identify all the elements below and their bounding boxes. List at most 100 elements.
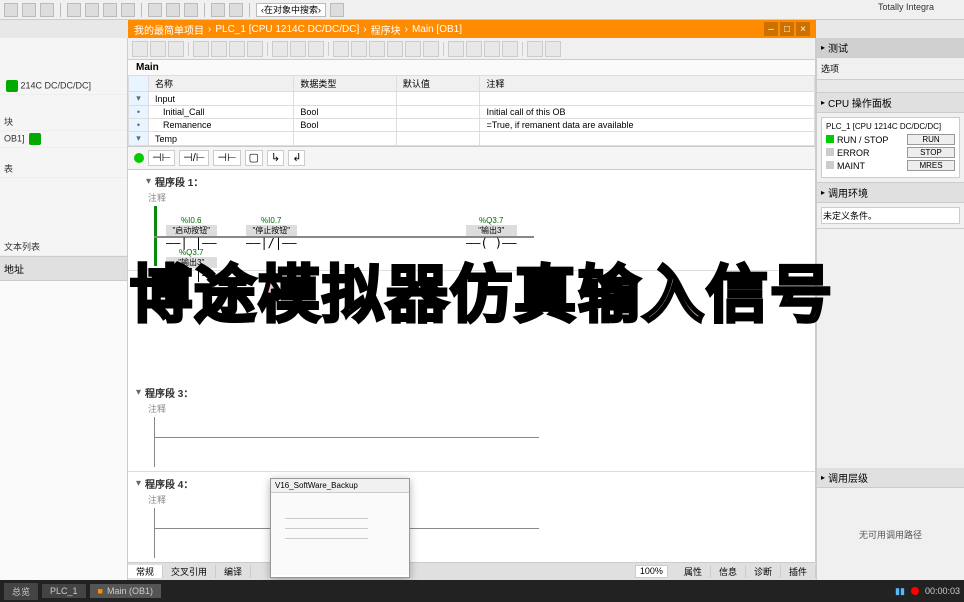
toolbar-btn[interactable] <box>211 3 225 17</box>
branch-open-btn[interactable]: ↳ <box>267 150 284 166</box>
editor-toolbar <box>128 38 815 60</box>
stop-button[interactable]: STOP <box>907 147 955 158</box>
tab-compile[interactable]: 编译 <box>216 565 251 578</box>
breadcrumb-project[interactable]: 我的最简单项目 <box>134 22 204 37</box>
editor-btn[interactable] <box>290 41 306 57</box>
ladder-rung[interactable]: %I0.6 "启动按钮" ––| |–– %I0.7 "停止按钮" ––|/|–… <box>136 206 807 266</box>
editor-btn[interactable] <box>333 41 349 57</box>
cpu-panel-header[interactable]: CPU 操作面板 <box>817 93 964 113</box>
editor-btn[interactable] <box>387 41 403 57</box>
editor-btn[interactable] <box>369 41 385 57</box>
table-row[interactable]: ▾Temp <box>129 132 815 146</box>
call-env-header[interactable]: 调用环境 <box>817 183 964 203</box>
editor-btn[interactable] <box>405 41 421 57</box>
toolbar-btn[interactable] <box>67 3 81 17</box>
col-default[interactable]: 默认值 <box>396 76 480 92</box>
col-datatype[interactable]: 数据类型 <box>294 76 396 92</box>
tab-info[interactable]: 信息 <box>711 565 746 578</box>
call-hier-header[interactable]: 调用层级 <box>817 468 964 488</box>
tab-properties[interactable]: 属性 <box>676 565 711 578</box>
tab-plugins[interactable]: 插件 <box>781 565 816 578</box>
zoom-level[interactable]: 100% <box>635 565 668 578</box>
editor-btn[interactable] <box>527 41 543 57</box>
test-header[interactable]: 测试 <box>817 38 964 58</box>
coil-btn[interactable]: ⊣⊢ <box>213 150 240 166</box>
table-row[interactable]: •Initial_CallBoolInitial call of this OB <box>129 106 815 119</box>
col-comment[interactable]: 注释 <box>480 76 815 92</box>
tab-diagnostics[interactable]: 诊断 <box>746 565 781 578</box>
table-row[interactable]: •RemanenceBool=True, if remanent data ar… <box>129 119 815 132</box>
editor-btn[interactable] <box>247 41 263 57</box>
col-name[interactable]: 名称 <box>149 76 294 92</box>
close-icon[interactable]: × <box>796 22 810 36</box>
tree-ob1[interactable]: OB1] <box>0 131 127 148</box>
editor-btn[interactable] <box>211 41 227 57</box>
tree-table[interactable]: 表 <box>0 160 127 178</box>
contact-start[interactable]: %I0.6 "启动按钮" ––| |–– <box>166 216 217 250</box>
network-4: ▾程序段 4： 注释 <box>128 472 815 563</box>
editor-panel: Main 名称 数据类型 默认值 注释 ▾Input •Initial_Call… <box>128 38 816 582</box>
tree-textlist[interactable]: 文本列表 <box>0 238 127 256</box>
pause-icon[interactable]: ▮▮ <box>895 586 905 597</box>
mres-button[interactable]: MRES <box>907 160 955 171</box>
contact-nc-btn[interactable]: ⊣/⊢ <box>179 150 209 166</box>
editor-btn[interactable] <box>132 41 148 57</box>
error-led-icon <box>826 148 834 156</box>
breadcrumb-folder[interactable]: 程序块 <box>371 22 401 37</box>
editor-btn[interactable] <box>423 41 439 57</box>
breadcrumb-block[interactable]: Main [OB1] <box>412 24 462 35</box>
run-button[interactable]: RUN <box>907 134 955 145</box>
preview-body <box>271 493 409 575</box>
ladder-rung[interactable] <box>136 508 807 558</box>
toolbar-btn[interactable] <box>103 3 117 17</box>
tab-crossref[interactable]: 交叉引用 <box>163 565 216 578</box>
editor-btn[interactable] <box>466 41 482 57</box>
taskbar-preview[interactable]: V16_SoftWare_Backup <box>270 478 410 578</box>
toolbar-btn[interactable] <box>121 3 135 17</box>
toolbar-btn[interactable] <box>166 3 180 17</box>
contact-no-btn[interactable]: ⊣⊢ <box>148 150 175 166</box>
editor-btn[interactable] <box>484 41 500 57</box>
editor-btn[interactable] <box>168 41 184 57</box>
editor-btn[interactable] <box>448 41 464 57</box>
search-dropdown[interactable]: ‹在对象中搜索› <box>256 3 326 17</box>
ladder-rung[interactable] <box>136 417 807 467</box>
taskbar-main[interactable]: ■Main (OB1) <box>90 584 161 598</box>
call-env-dropdown[interactable]: 未定义条件。 <box>821 207 960 224</box>
toolbar-btn[interactable] <box>40 3 54 17</box>
cpu-operator-panel: PLC_1 [CPU 1214C DC/DC/DC] RUN / STOPRUN… <box>821 117 960 178</box>
tree-blocks[interactable]: 块 <box>0 113 127 131</box>
toolbar-btn[interactable] <box>184 3 198 17</box>
maint-led-icon <box>826 161 834 169</box>
editor-btn[interactable] <box>150 41 166 57</box>
editor-btn[interactable] <box>308 41 324 57</box>
maximize-icon[interactable]: □ <box>780 22 794 36</box>
box-btn[interactable]: ▢ <box>245 150 263 166</box>
editor-btn[interactable] <box>545 41 561 57</box>
interface-table: 名称 数据类型 默认值 注释 ▾Input •Initial_CallBoolI… <box>128 75 815 146</box>
branch-close-btn[interactable]: ↲ <box>288 150 305 166</box>
toolbar-btn[interactable] <box>148 3 162 17</box>
table-row[interactable]: ▾Input <box>129 92 815 106</box>
taskbar-overview[interactable]: 总览 <box>4 583 38 600</box>
coil-output[interactable]: %Q3.7 "输出3" ––( )–– <box>466 216 517 250</box>
editor-btn[interactable] <box>502 41 518 57</box>
editor-btn[interactable] <box>193 41 209 57</box>
contact-branch[interactable]: %Q3.7 "输出3" ––| |–– <box>166 248 217 282</box>
tree-cpu[interactable]: 214C DC/DC/DC] <box>0 78 127 95</box>
toolbar-btn[interactable] <box>22 3 36 17</box>
toolbar-btn[interactable] <box>4 3 18 17</box>
editor-btn[interactable] <box>272 41 288 57</box>
taskbar-plc[interactable]: PLC_1 <box>42 584 86 598</box>
editor-btn[interactable] <box>229 41 245 57</box>
editor-btn[interactable] <box>351 41 367 57</box>
toolbar-btn[interactable] <box>85 3 99 17</box>
record-icon[interactable] <box>911 587 919 595</box>
toolbar-btn[interactable] <box>229 3 243 17</box>
tab-general[interactable]: 常规 <box>128 565 163 578</box>
top-toolbar: ‹在对象中搜索› <box>0 0 964 20</box>
minimize-icon[interactable]: – <box>764 22 778 36</box>
breadcrumb-device[interactable]: PLC_1 [CPU 1214C DC/DC/DC] <box>215 24 359 35</box>
contact-stop[interactable]: %I0.7 "停止按钮" ––|/|–– <box>246 216 297 250</box>
toolbar-btn[interactable] <box>330 3 344 17</box>
